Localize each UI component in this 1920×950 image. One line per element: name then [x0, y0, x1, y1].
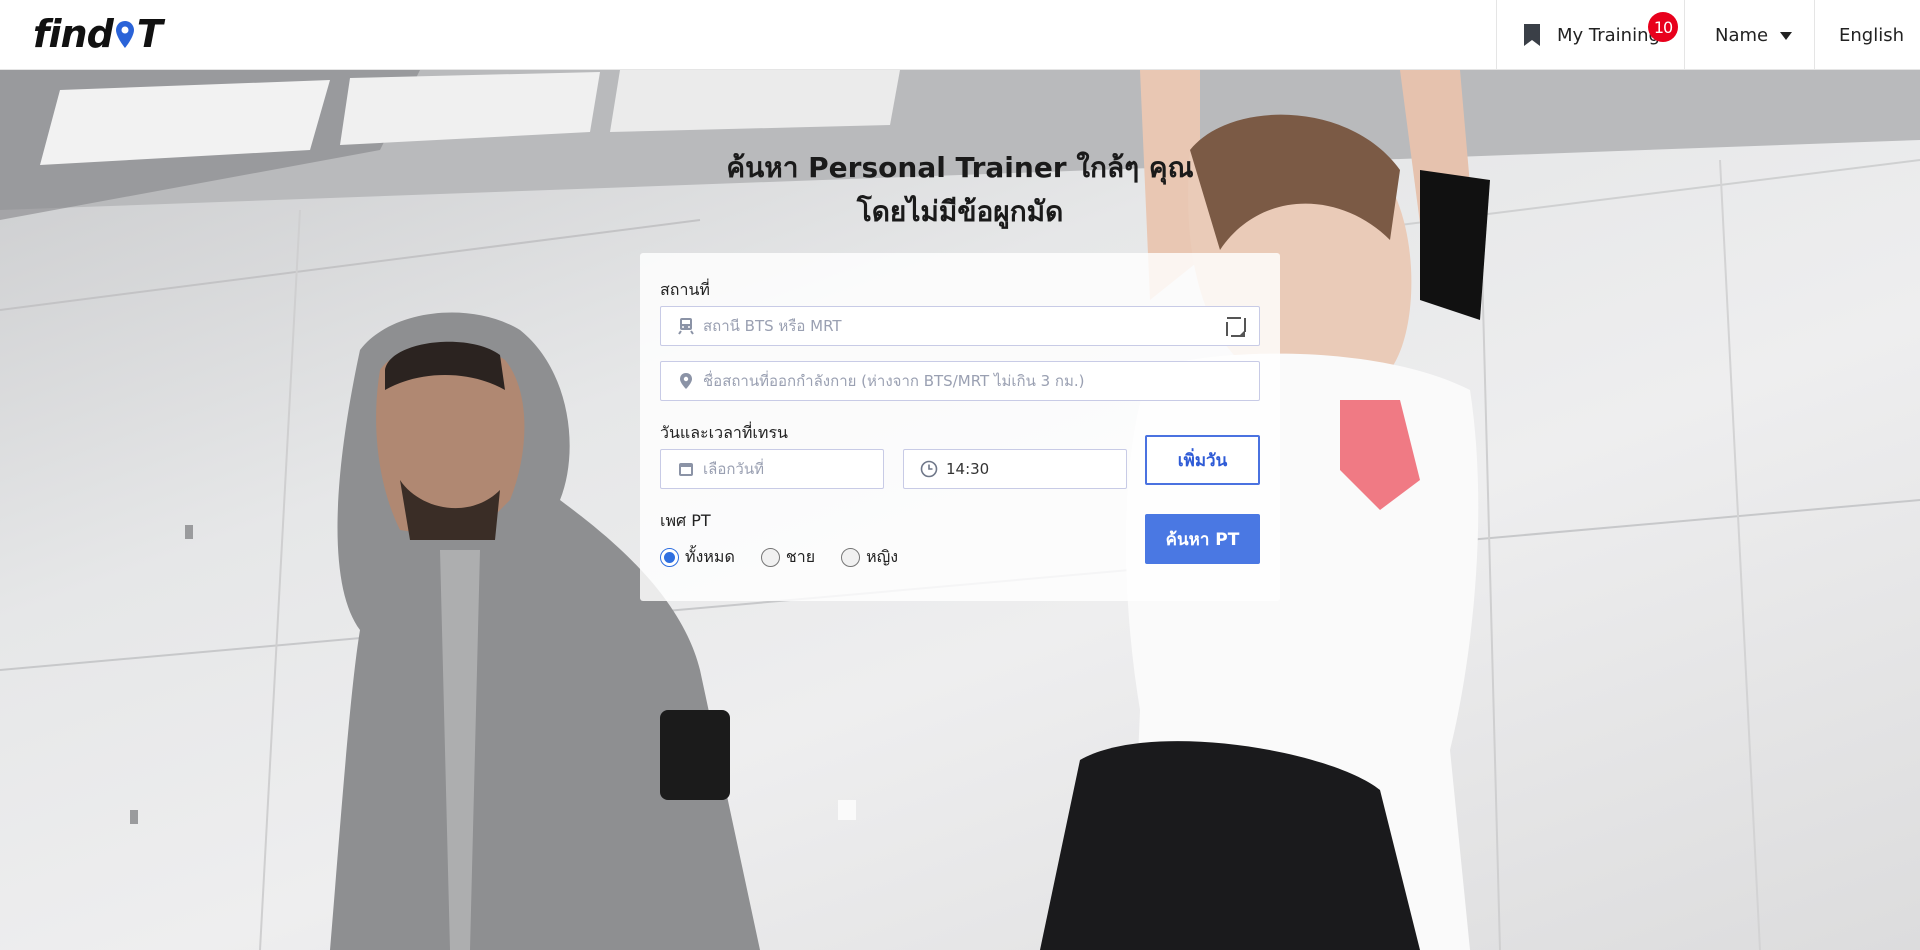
gender-radio-group: ทั้งหมด ชาย หญิง [660, 545, 924, 570]
station-placeholder: สถานี BTS หรือ MRT [703, 317, 842, 335]
station-input[interactable]: สถานี BTS หรือ MRT [660, 306, 1260, 346]
location-label: สถานที่ [660, 280, 710, 299]
gender-radio-male[interactable]: ชาย [760, 545, 816, 570]
clock-icon [920, 460, 938, 478]
user-name-dropdown[interactable]: Name [1684, 0, 1815, 70]
user-name-label: Name [1715, 24, 1769, 46]
time-value: 14:30 [946, 460, 990, 478]
my-training-label: My Training [1557, 24, 1660, 46]
top-navbar: find T My Training 10 Name English [0, 0, 1920, 70]
map-pin-logo-icon [115, 21, 134, 48]
caret-down-icon [1780, 31, 1793, 40]
hero-title-line-2: โดยไม่มีข้อผูกมัด [856, 195, 1064, 228]
train-icon [678, 318, 694, 335]
location-pin-icon [680, 373, 692, 389]
language-switch[interactable]: English [1814, 0, 1920, 70]
gym-location-placeholder: ชื่อสถานที่ออกกำลังกาย (ห่างจาก BTS/MRT … [703, 372, 1085, 390]
hero-background: ค้นหา Personal Trainer ใกล้ๆ คุณ โดยไม่ม… [0, 70, 1920, 950]
radio-selected-icon [660, 548, 679, 567]
gender-option-male-label: ชาย [785, 547, 816, 566]
my-training-menu[interactable]: My Training 10 [1496, 0, 1685, 70]
radio-unselected-icon [841, 548, 861, 567]
gender-radio-all[interactable]: ทั้งหมด [660, 545, 735, 570]
language-label: English [1839, 24, 1904, 46]
gym-location-input[interactable]: ชื่อสถานที่ออกกำลังกาย (ห่างจาก BTS/MRT … [660, 361, 1260, 401]
gender-radio-female[interactable]: หญิง [841, 545, 898, 570]
findpt-logo[interactable]: find T [33, 12, 163, 56]
datetime-label: วันและเวลาที่เทรน [660, 423, 788, 442]
radio-unselected-icon [760, 548, 780, 567]
pt-gender-label: เพศ PT [660, 511, 711, 530]
calendar-icon [679, 463, 693, 476]
time-picker-input[interactable]: 14:30 [903, 449, 1127, 489]
gender-option-all-label: ทั้งหมด [685, 547, 735, 566]
add-day-button[interactable]: เพิ่มวัน [1145, 435, 1260, 485]
bookmark-icon [1524, 24, 1540, 46]
map-select-icon[interactable] [1225, 316, 1247, 338]
gender-option-female-label: หญิง [866, 547, 899, 566]
search-pt-button[interactable]: ค้นหา PT [1145, 514, 1260, 564]
date-picker-input[interactable]: เลือกวันที่ [660, 449, 884, 489]
date-placeholder: เลือกวันที่ [703, 460, 764, 478]
search-form-card: สถานที่ สถานี BTS หรือ MRT ชื่อสถานที่ออ… [640, 253, 1280, 601]
hero-title-line-1: ค้นหา Personal Trainer ใกล้ๆ คุณ [726, 151, 1194, 184]
notification-badge: 10 [1648, 12, 1678, 42]
